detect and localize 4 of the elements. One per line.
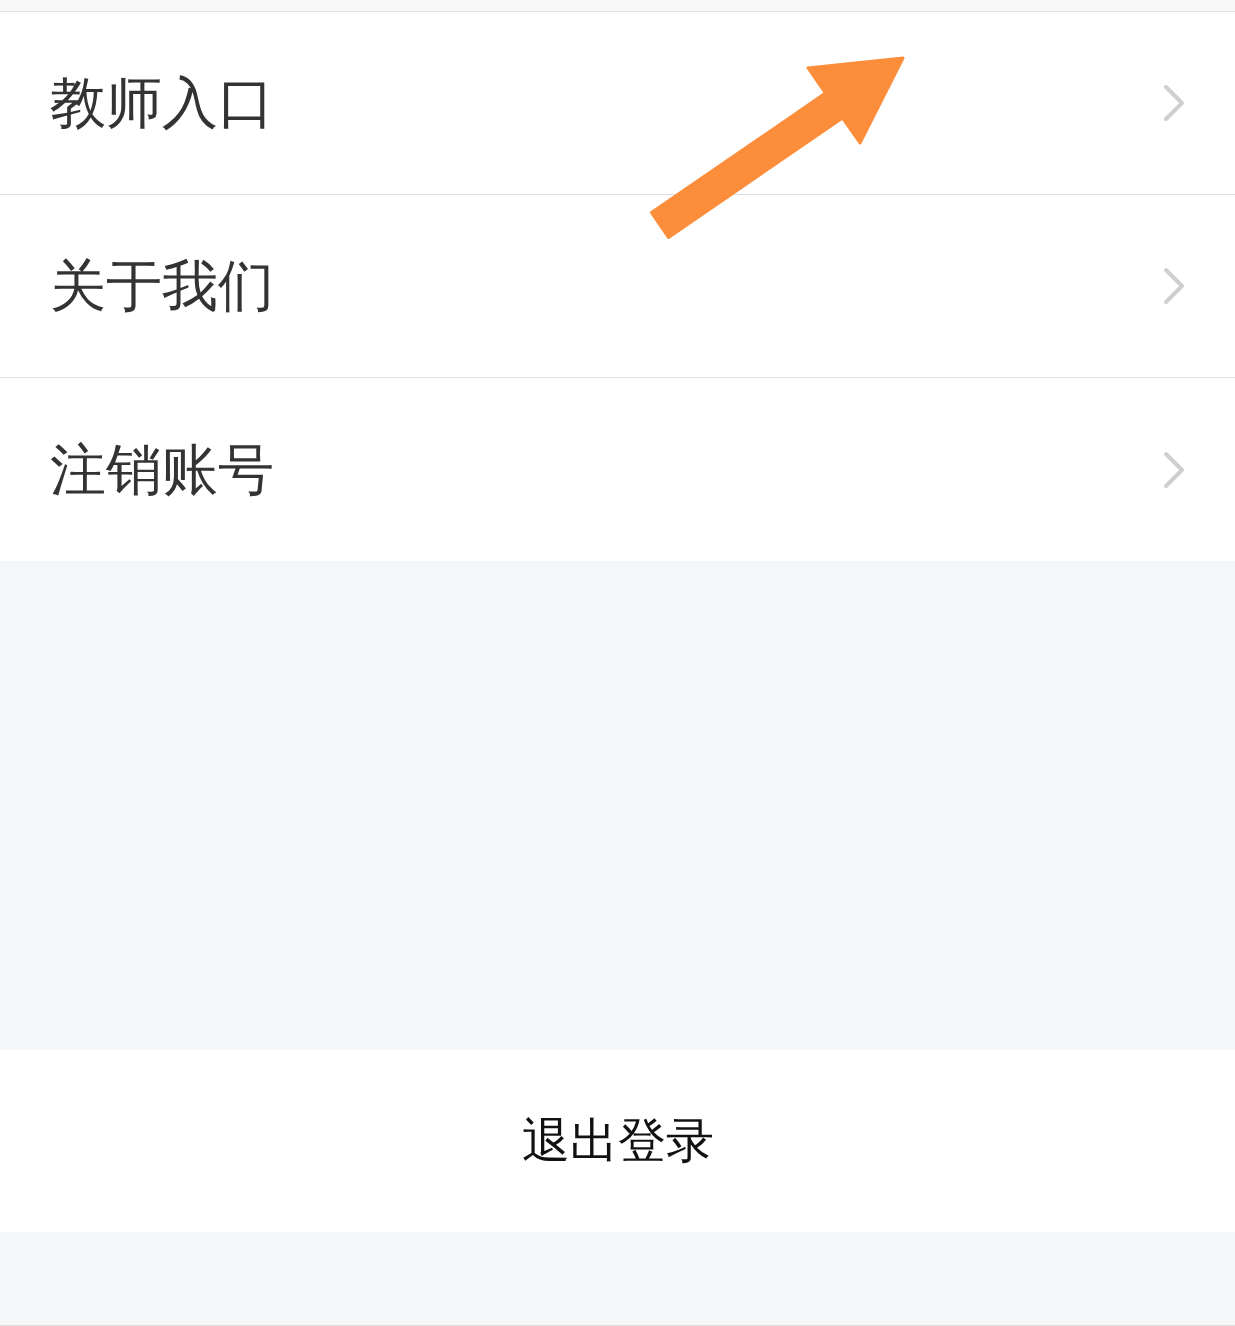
chevron-right-icon <box>1163 84 1185 122</box>
chevron-right-icon <box>1163 267 1185 305</box>
chevron-right-icon <box>1163 450 1185 489</box>
logout-button[interactable]: 退出登录 <box>0 1050 1235 1232</box>
